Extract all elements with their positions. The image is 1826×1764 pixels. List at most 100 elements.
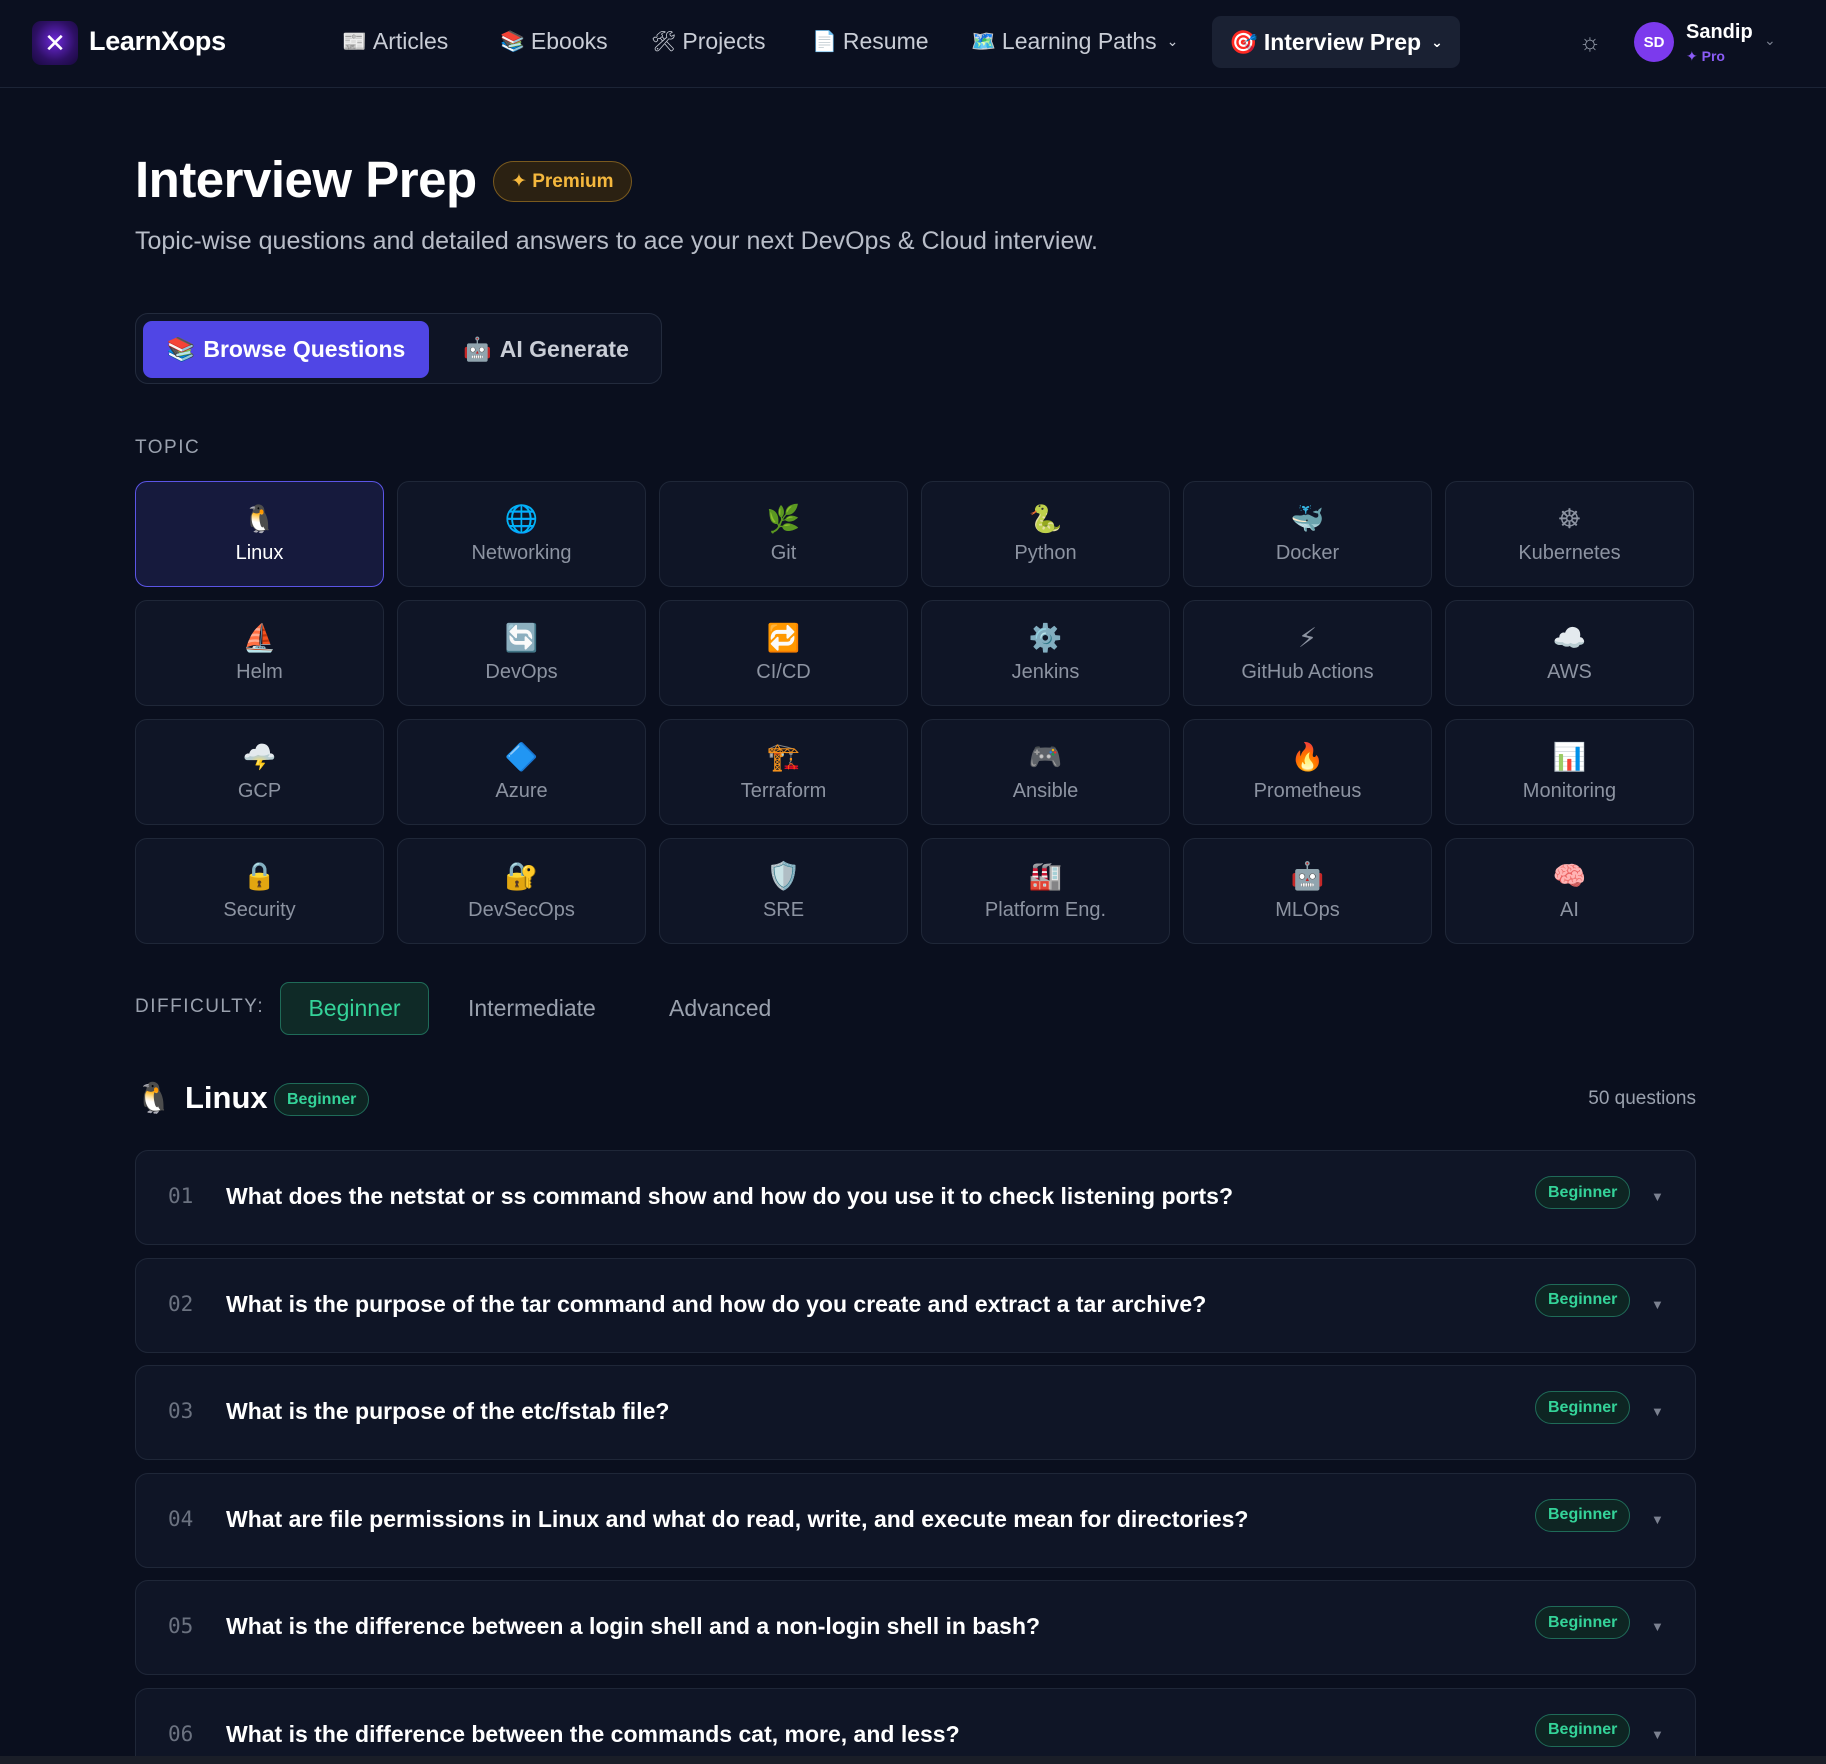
brand-name[interactable]: LearnXops [89,26,226,57]
question-card[interactable]: 06 What is the difference between the com… [135,1687,1696,1764]
question-card[interactable]: 04 What are file permissions in Linux and… [135,1472,1696,1568]
topic-card-prometheus[interactable]: 🔥 Prometheus [1183,719,1432,825]
refresh-icon: 🔄 [504,622,539,653]
nav-resume[interactable]: 📄 Resume [812,28,929,55]
topic-card-ansible[interactable]: 🎮 Ansible [921,719,1170,825]
topic-card-ai[interactable]: 🧠 AI [1445,838,1694,944]
topic-label: Linux [235,541,284,564]
topic-label: Monitoring [1522,779,1617,802]
gamepad-icon: 🎮 [1028,741,1063,772]
topic-label: Prometheus [1253,779,1362,802]
globe-icon: 🌐 [504,503,539,534]
topic-card-github-actions[interactable]: ⚡ GitHub Actions [1183,600,1432,706]
question-card[interactable]: 01 What does the netstat or ss command sh… [135,1150,1696,1245]
question-number: 04 [168,1506,194,1531]
difficulty-beginner[interactable]: Beginner [280,982,429,1035]
topic-card-aws[interactable]: ☁️ AWS [1445,600,1694,706]
page-title: Interview Prep [135,151,477,208]
difficulty-advanced[interactable]: Advanced [643,982,797,1035]
topic-card-monitoring[interactable]: 📊 Monitoring [1445,719,1694,825]
topic-label: DevSecOps [468,898,575,921]
shield-icon: 🛡️ [766,860,801,891]
topic-card-devops[interactable]: 🔄 DevOps [397,600,646,706]
topic-label: Jenkins [1011,660,1080,683]
topic-card-linux[interactable]: 🐧 Linux [135,481,384,587]
nav-label: Articles [372,28,449,54]
question-card[interactable]: 05 What is the difference between a login… [135,1580,1696,1675]
fire-icon: 🔥 [1290,741,1325,772]
nav-interview-prep[interactable]: 🎯 Interview Prep ⌄ [1212,16,1460,68]
topic-card-sre[interactable]: 🛡️ SRE [659,838,908,944]
topic-card-kubernetes[interactable]: ☸ Kubernetes [1445,481,1694,587]
bar-chart-icon: 📊 [1552,741,1587,772]
nav-label: Learning Paths [1001,28,1157,54]
topic-label: Docker [1275,541,1340,564]
nav-ebooks[interactable]: 📚 Ebooks [500,28,608,55]
topic-card-terraform[interactable]: 🏗️ Terraform [659,719,908,825]
topic-section-label: TOPIC [135,437,201,458]
topic-label: Ansible [1012,779,1079,802]
books-icon: 📚 [166,336,196,362]
topic-card-platform-eng[interactable]: 🏭 Platform Eng. [921,838,1170,944]
avatar[interactable]: SD [1634,22,1674,62]
topic-card-mlops[interactable]: 🤖 MLOps [1183,838,1432,944]
question-number: 06 [168,1721,194,1746]
question-card[interactable]: 03 What is the purpose of the etc/fstab f… [135,1365,1696,1460]
logo-icon[interactable]: ✕ [32,21,78,65]
topic-label: GCP [237,779,282,802]
target-icon: 🎯 [1229,28,1258,55]
nav-articles[interactable]: 📰 Articles [342,28,448,55]
ai-generate-button[interactable]: 🤖 AI Generate [446,321,646,378]
topic-card-git[interactable]: 🌿 Git [659,481,908,587]
expand-caret-icon[interactable]: ▼ [1651,1512,1664,1527]
helm-wheel-icon: ☸ [1557,503,1582,534]
topic-card-security[interactable]: 🔒 Security [135,838,384,944]
window-bottom-edge [0,1756,1826,1764]
user-name[interactable]: Sandip [1686,21,1753,44]
diamond-icon: 🔷 [504,741,539,772]
chevron-down-icon[interactable]: ⌄ [1764,32,1776,49]
herb-icon: 🌿 [766,503,801,534]
question-number: 01 [168,1184,194,1208]
expand-caret-icon[interactable]: ▼ [1651,1619,1664,1634]
question-list: 01 What does the netstat or ss command sh… [135,1150,1696,1764]
expand-caret-icon[interactable]: ▼ [1651,1297,1664,1312]
topic-card-python[interactable]: 🐍 Python [921,481,1170,587]
topic-card-networking[interactable]: 🌐 Networking [397,481,646,587]
expand-caret-icon[interactable]: ▼ [1651,1404,1664,1419]
topic-card-jenkins[interactable]: ⚙️ Jenkins [921,600,1170,706]
nav-label: Ebooks [530,28,608,54]
browse-questions-button[interactable]: 📚 Browse Questions [143,321,429,378]
cloud-icon: ☁️ [1552,622,1587,653]
nav-label: Interview Prep [1263,28,1422,55]
question-count: 50 questions [1588,1088,1696,1109]
expand-caret-icon[interactable]: ▼ [1651,1189,1664,1204]
level-badge: Beginner [274,1083,370,1116]
sun-icon[interactable]: ☼ [1576,29,1604,57]
difficulty-intermediate[interactable]: Intermediate [442,982,622,1035]
books-icon: 📚 [500,31,525,53]
document-icon: 📄 [812,31,837,53]
expand-caret-icon[interactable]: ▼ [1651,1727,1664,1742]
question-number: 02 [168,1291,194,1316]
nav-learning-paths[interactable]: 🗺️ Learning Paths ⌄ [971,28,1178,55]
repeat-icon: 🔁 [766,622,801,653]
topic-card-azure[interactable]: 🔷 Azure [397,719,646,825]
sailboat-icon: ⛵ [242,622,277,653]
gear-icon: ⚙️ [1028,622,1063,653]
button-label: AI Generate [499,336,629,362]
topic-card-ci-cd[interactable]: 🔁 CI/CD [659,600,908,706]
factory-icon: 🏭 [1028,860,1063,891]
lock-icon: 🔒 [242,860,277,891]
topic-card-helm[interactable]: ⛵ Helm [135,600,384,706]
topic-card-gcp[interactable]: 🌩️ GCP [135,719,384,825]
question-card[interactable]: 02 What is the purpose of the tar command… [135,1257,1696,1353]
nav-projects[interactable]: 🛠 Projects [651,28,765,55]
robot-icon: 🤖 [463,336,492,362]
tools-icon: 🛠 [651,31,677,53]
thunder-cloud-icon: 🌩️ [242,741,277,772]
topic-card-devsecops[interactable]: 🔐 DevSecOps [397,838,646,944]
question-text: What is the purpose of the tar command a… [226,1290,1207,1317]
question-text: What is the difference between the comma… [226,1720,960,1747]
topic-card-docker[interactable]: 🐳 Docker [1183,481,1432,587]
